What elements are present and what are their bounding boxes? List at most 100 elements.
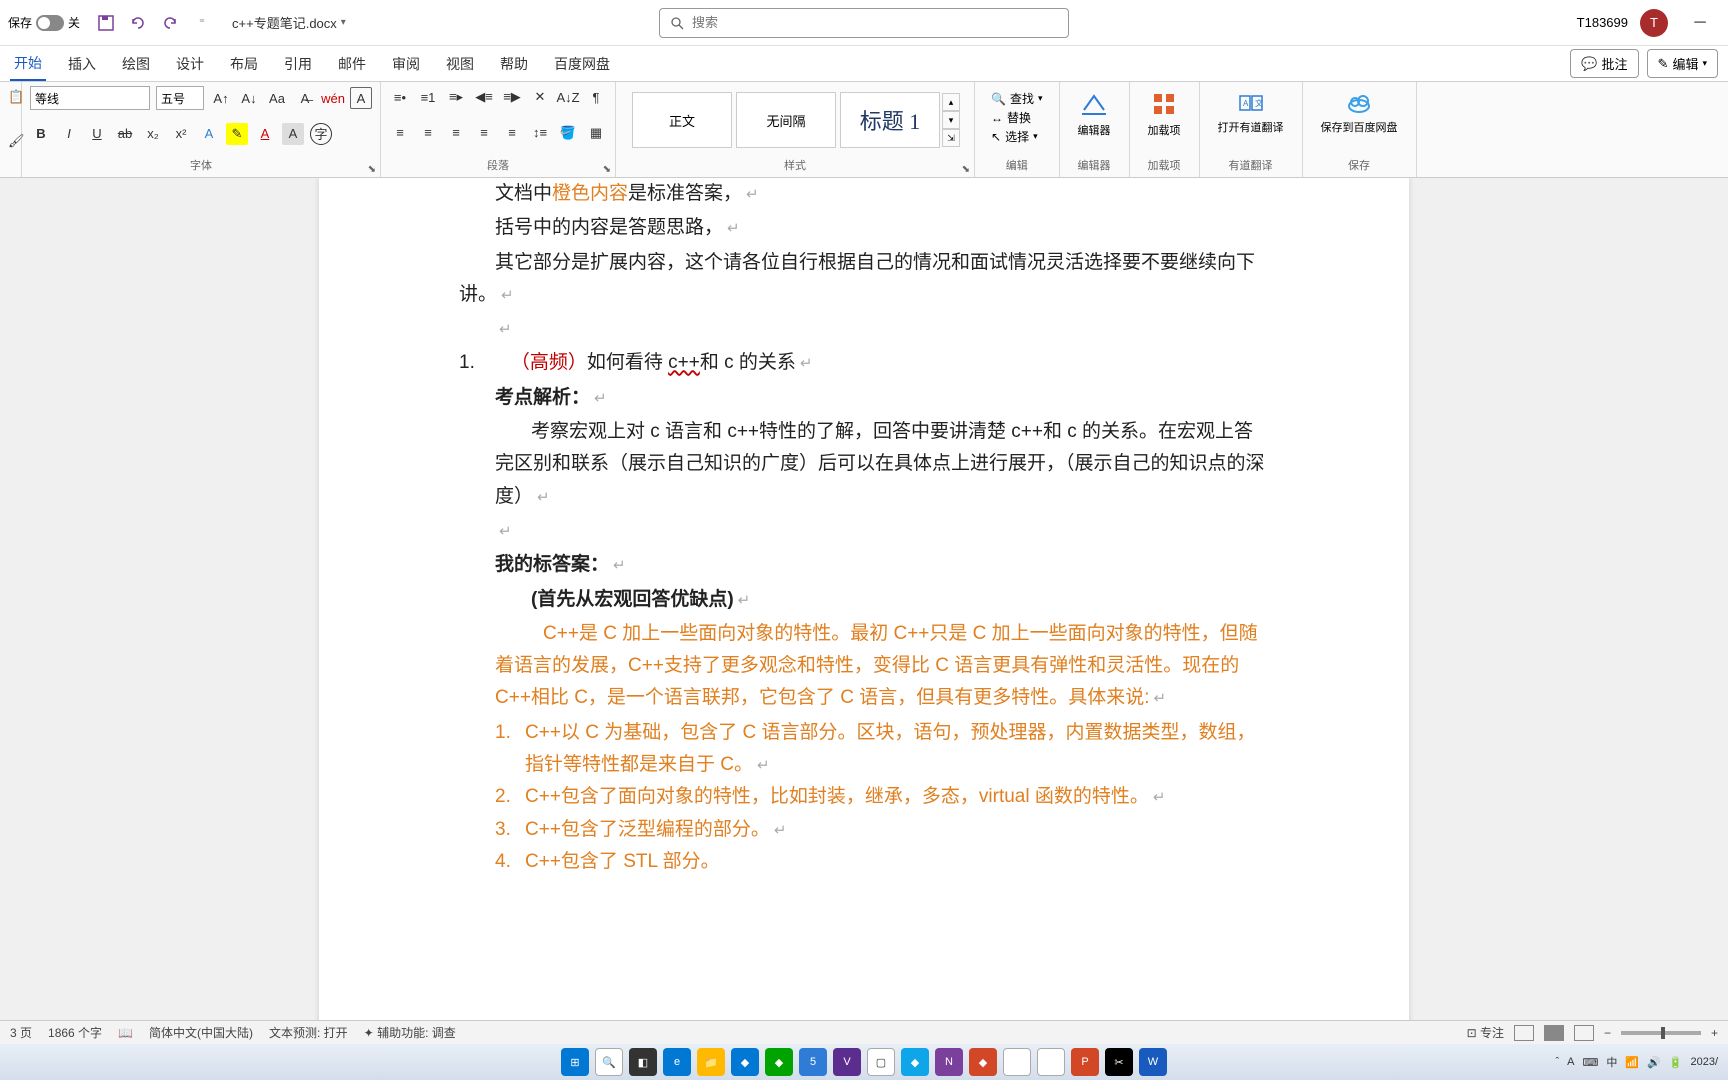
system-tray[interactable]: ˆ A ⌨ 中 📶 🔊 🔋 2023/ [1555,1054,1718,1070]
subscript-icon[interactable]: x₂ [142,123,164,145]
language-status[interactable]: 简体中文(中国大陆) [149,1024,253,1041]
superscript-icon[interactable]: x² [170,123,192,145]
explorer-icon[interactable]: 📁 [697,1048,725,1076]
web-layout-icon[interactable] [1574,1025,1594,1041]
app-icon[interactable]: ◆ [969,1048,997,1076]
align-right-icon[interactable]: ≡ [445,122,467,144]
minimize-button[interactable]: ─ [1680,8,1720,38]
focus-button[interactable]: ⊡ 专注 [1467,1024,1504,1041]
text-effects-icon[interactable]: A [198,123,220,145]
tab-design[interactable]: 设计 [172,48,208,80]
char-shading-icon[interactable]: A [282,123,304,145]
tab-help[interactable]: 帮助 [496,48,532,80]
change-case-icon[interactable]: Aa [266,87,288,109]
phonetic-icon[interactable]: wén [322,87,344,109]
chevron-up-icon[interactable]: ▴ [942,93,960,111]
strike-icon[interactable]: ab [114,123,136,145]
print-layout-icon[interactable] [1544,1025,1564,1041]
tab-home[interactable]: 开始 [10,47,46,81]
asian-layout-icon[interactable]: ✕ [529,86,551,108]
text-predict-status[interactable]: 文本预测: 打开 [269,1024,348,1041]
ime-icon[interactable]: ⌨ [1582,1056,1598,1069]
volume-icon[interactable]: 🔊 [1647,1056,1661,1069]
search-box[interactable] [659,8,1069,38]
tab-view[interactable]: 视图 [442,48,478,80]
italic-icon[interactable]: I [58,123,80,145]
styles-dialog-icon[interactable]: ⬊ [962,164,970,175]
bold-icon[interactable]: B [30,123,52,145]
autosave-toggle[interactable]: 保存 关 [8,14,80,31]
battery-icon[interactable]: 🔋 [1669,1056,1683,1069]
spell-check-icon[interactable]: 📖 [118,1026,133,1040]
taskbar-search-icon[interactable]: 🔍 [595,1048,623,1076]
word-icon[interactable]: W [1139,1048,1167,1076]
document-area[interactable]: 文档中橙色内容是标准答案，↵ 括号中的内容是答题思路，↵ 其它部分是扩展内容，这… [0,178,1728,1044]
chevron-up-icon[interactable]: ˆ [1555,1056,1559,1068]
font-size-select[interactable] [156,86,204,110]
avatar[interactable]: T [1640,9,1668,37]
clear-format-icon[interactable]: A̶ [294,87,316,109]
zoom-slider[interactable] [1621,1031,1701,1035]
onenote-icon[interactable]: N [935,1048,963,1076]
enclose-char-icon[interactable]: 字 [310,123,332,145]
comments-button[interactable]: 💬批注 [1570,49,1638,78]
align-left-icon[interactable]: ≡ [389,122,411,144]
save-baidu-button[interactable]: 保存到百度网盘 [1311,86,1408,138]
app-icon[interactable]: ▢ [867,1048,895,1076]
sort-icon[interactable]: A↓Z [557,86,579,108]
find-button[interactable]: 🔍查找▾ [991,90,1043,107]
multilevel-icon[interactable]: ≡▸ [445,86,467,108]
font-dialog-icon[interactable]: ⬊ [368,164,376,175]
editing-mode-button[interactable]: ✎编辑▾ [1647,49,1718,78]
borders-icon[interactable]: ▦ [585,122,607,144]
redo-icon[interactable] [160,13,180,33]
word-count[interactable]: 1866 个字 [48,1024,102,1041]
app-icon[interactable]: ✏ [1003,1048,1031,1076]
edge-icon[interactable]: e [663,1048,691,1076]
read-mode-icon[interactable] [1514,1025,1534,1041]
line-spacing-icon[interactable]: ↕≡ [529,122,551,144]
bullets-icon[interactable]: ≡• [389,86,411,108]
increase-indent-icon[interactable]: ≡▶ [501,86,523,108]
chevron-down-icon[interactable]: ▾ [942,111,960,129]
style-heading1[interactable]: 标题 1 [840,92,940,148]
align-center-icon[interactable]: ≡ [417,122,439,144]
app-icon[interactable]: ◆ [765,1048,793,1076]
styles-scroll[interactable]: ▴▾⇲ [942,93,960,147]
select-button[interactable]: ↖选择▾ [991,128,1043,145]
font-name-select[interactable] [30,86,150,110]
ime-icon[interactable]: 中 [1606,1054,1617,1070]
increase-font-icon[interactable]: A↑ [210,87,232,109]
save-icon[interactable] [96,13,116,33]
ime-icon[interactable]: A [1567,1056,1574,1068]
powerpoint-icon[interactable]: P [1071,1048,1099,1076]
clock[interactable]: 2023/ [1690,1056,1718,1068]
app-icon[interactable]: V [833,1048,861,1076]
translate-button[interactable]: A文 打开有道翻译 [1208,86,1294,138]
app-icon[interactable]: 5 [799,1048,827,1076]
start-icon[interactable]: ⊞ [561,1048,589,1076]
highlight-icon[interactable]: ✎ [226,123,248,145]
tab-baidu[interactable]: 百度网盘 [550,48,614,80]
app-icon[interactable]: ◆ [901,1048,929,1076]
font-color-icon[interactable]: A [254,123,276,145]
undo-icon[interactable] [128,13,148,33]
tab-insert[interactable]: 插入 [64,48,100,80]
underline-icon[interactable]: U [86,123,108,145]
para-dialog-icon[interactable]: ⬊ [603,164,611,175]
distribute-icon[interactable]: ≡ [501,122,523,144]
app-icon[interactable]: ❖ [1037,1048,1065,1076]
taskview-icon[interactable]: ◧ [629,1048,657,1076]
filename-dropdown-icon[interactable]: ▾ [341,17,346,28]
tab-mailings[interactable]: 邮件 [334,48,370,80]
search-input[interactable] [692,15,1058,30]
styles-expand-icon[interactable]: ⇲ [942,129,960,147]
tab-references[interactable]: 引用 [280,48,316,80]
wifi-icon[interactable]: 📶 [1625,1056,1639,1069]
tab-draw[interactable]: 绘图 [118,48,154,80]
zoom-in-icon[interactable]: + [1711,1026,1718,1040]
char-border-icon[interactable]: A [350,87,372,109]
show-marks-icon[interactable]: ¶ [585,86,607,108]
addin-button[interactable]: 加载项 [1138,86,1191,142]
tab-layout[interactable]: 布局 [226,48,262,80]
